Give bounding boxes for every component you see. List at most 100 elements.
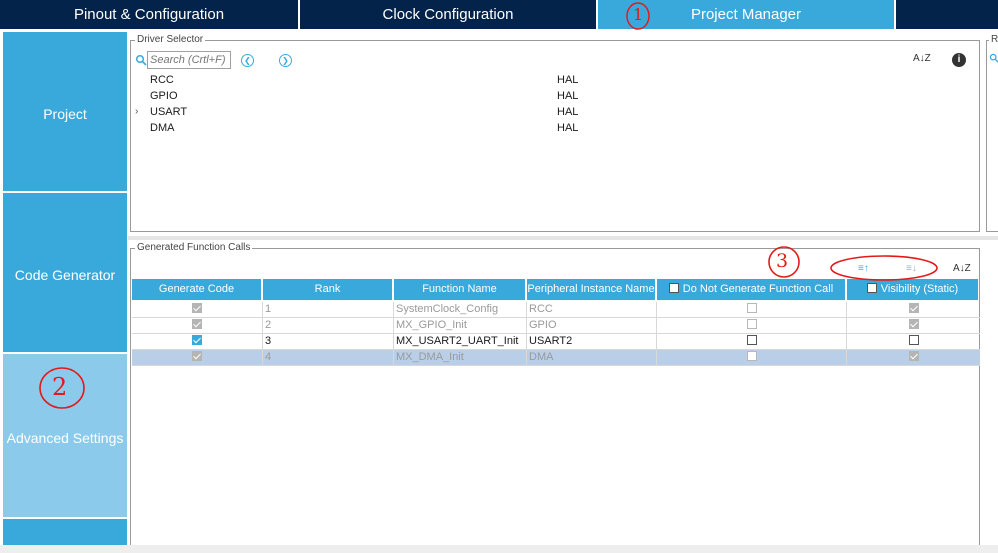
splitter[interactable] <box>128 236 998 240</box>
no-call-checkbox[interactable] <box>746 335 757 345</box>
right-panel-legend: R <box>989 34 998 45</box>
no-call-cell <box>657 318 847 333</box>
tab-clock-configuration[interactable]: Clock Configuration <box>300 0 596 29</box>
sort-az-icon: A↓Z <box>953 263 971 274</box>
driver-row-usart[interactable]: › USART HAL <box>131 105 979 121</box>
sort-az-button[interactable]: A↓Z <box>913 53 931 64</box>
visibility-checkbox[interactable] <box>908 335 919 345</box>
top-tab-bar: Pinout & Configuration Clock Configurati… <box>0 0 998 30</box>
search-icon[interactable] <box>989 53 998 63</box>
generate-code-cell <box>132 350 263 365</box>
table-header: Generate Code Rank Function Name Periphe… <box>132 279 980 301</box>
chevron-left-icon: ❮ <box>244 56 251 65</box>
visibility-cell <box>847 318 980 333</box>
generated-function-calls-panel: Generated Function Calls ≡↑ ≡↓ A↓Z Gener… <box>130 242 980 548</box>
table-row[interactable]: 1 SystemClock_Config RCC <box>132 302 980 318</box>
visibility-cell <box>847 350 980 365</box>
visibility-checkbox <box>908 303 919 313</box>
rank-cell: 1 <box>263 302 394 317</box>
no-call-checkbox <box>746 351 757 361</box>
info-button[interactable]: i <box>952 53 966 67</box>
column-function-name[interactable]: Function Name <box>394 279 525 300</box>
no-call-cell <box>657 334 847 349</box>
chevron-right-icon: ❯ <box>282 56 289 65</box>
driver-name: RCC <box>150 74 174 86</box>
move-up-icon: ≡↑ <box>858 263 869 274</box>
driver-type[interactable]: HAL <box>557 122 578 134</box>
move-down-button[interactable]: ≡↓ <box>906 263 917 274</box>
table-row[interactable]: 3 MX_USART2_UART_Init USART2 <box>132 334 980 350</box>
driver-name: USART <box>150 106 188 118</box>
generate-code-checkbox[interactable] <box>192 335 202 345</box>
column-do-not-generate[interactable]: Do Not Generate Function Call <box>657 279 845 300</box>
instance-cell: DMA <box>527 350 657 365</box>
rank-cell: 4 <box>263 350 394 365</box>
visibility-cell <box>847 334 980 349</box>
generate-code-cell <box>132 334 263 349</box>
driver-type[interactable]: HAL <box>557 74 578 86</box>
info-icon: i <box>957 54 961 65</box>
no-call-checkbox <box>746 319 757 329</box>
no-call-checkbox <box>746 303 757 313</box>
column-label: Visibility (Static) <box>880 283 959 295</box>
driver-name: GPIO <box>150 90 178 102</box>
driver-row-rcc[interactable]: RCC HAL <box>131 73 979 89</box>
column-rank[interactable]: Rank <box>263 279 392 300</box>
annotation-number-3: 3 <box>776 250 789 272</box>
column-visibility-static[interactable]: Visibility (Static) <box>847 279 978 300</box>
function-name-cell: MX_GPIO_Init <box>394 318 527 333</box>
chevron-right-icon[interactable]: › <box>135 106 138 117</box>
visibility-checkbox <box>908 351 919 361</box>
driver-selector-legend: Driver Selector <box>135 34 206 45</box>
driver-selector-panel: Driver Selector ❮ ❯ A↓Z i RCC HAL GPIO H… <box>130 34 980 232</box>
function-name-cell: MX_USART2_UART_Init <box>394 334 527 349</box>
annotation-number-1: 1 <box>633 5 644 24</box>
sort-az-button[interactable]: A↓Z <box>953 263 971 274</box>
no-call-cell <box>657 350 847 365</box>
driver-row-dma[interactable]: DMA HAL <box>131 121 979 137</box>
rank-cell: 3 <box>263 334 394 349</box>
sort-az-icon: A↓Z <box>913 53 931 64</box>
right-panel: R <box>986 34 998 232</box>
generate-code-cell <box>132 318 263 333</box>
visibility-checkbox <box>908 319 919 329</box>
sidebar-item-code-generator[interactable]: Code Generator <box>3 193 127 352</box>
search-icon <box>135 54 147 66</box>
function-name-cell: SystemClock_Config <box>394 302 527 317</box>
generate-code-checkbox <box>192 319 202 329</box>
no-call-cell <box>657 302 847 317</box>
driver-row-gpio[interactable]: GPIO HAL <box>131 89 979 105</box>
visibility-cell <box>847 302 980 317</box>
driver-type[interactable]: HAL <box>557 106 578 118</box>
column-peripheral-instance-name[interactable]: Peripheral Instance Name <box>527 279 655 300</box>
instance-cell: RCC <box>527 302 657 317</box>
function-name-cell: MX_DMA_Init <box>394 350 527 365</box>
driver-search-input[interactable] <box>147 51 231 69</box>
next-match-button[interactable]: ❯ <box>279 54 292 67</box>
driver-type[interactable]: HAL <box>557 90 578 102</box>
sidebar-item-project[interactable]: Project <box>3 32 127 191</box>
rank-cell: 2 <box>263 318 394 333</box>
annotation-number-2: 2 <box>52 373 68 401</box>
header-checkbox[interactable] <box>668 283 679 293</box>
tab-pinout-configuration[interactable]: Pinout & Configuration <box>0 0 298 29</box>
generate-code-cell <box>132 302 263 317</box>
instance-cell: USART2 <box>527 334 657 349</box>
tab-tools[interactable] <box>896 0 998 29</box>
table-row[interactable]: 4 MX_DMA_Init DMA <box>132 350 980 366</box>
driver-name: DMA <box>150 122 175 134</box>
generate-code-checkbox <box>192 303 202 313</box>
previous-match-button[interactable]: ❮ <box>241 54 254 67</box>
instance-cell: GPIO <box>527 318 657 333</box>
status-bar <box>0 545 998 553</box>
header-checkbox[interactable] <box>866 283 877 293</box>
column-generate-code[interactable]: Generate Code <box>132 279 261 300</box>
table-row[interactable]: 2 MX_GPIO_Init GPIO <box>132 318 980 334</box>
sidebar-filler <box>3 519 127 545</box>
move-up-button[interactable]: ≡↑ <box>858 263 869 274</box>
generate-code-checkbox <box>192 351 202 361</box>
generated-function-calls-legend: Generated Function Calls <box>135 242 253 253</box>
sidebar: Project Code Generator Advanced Settings <box>0 30 128 553</box>
column-label: Do Not Generate Function Call <box>682 283 834 295</box>
move-down-icon: ≡↓ <box>906 263 917 274</box>
